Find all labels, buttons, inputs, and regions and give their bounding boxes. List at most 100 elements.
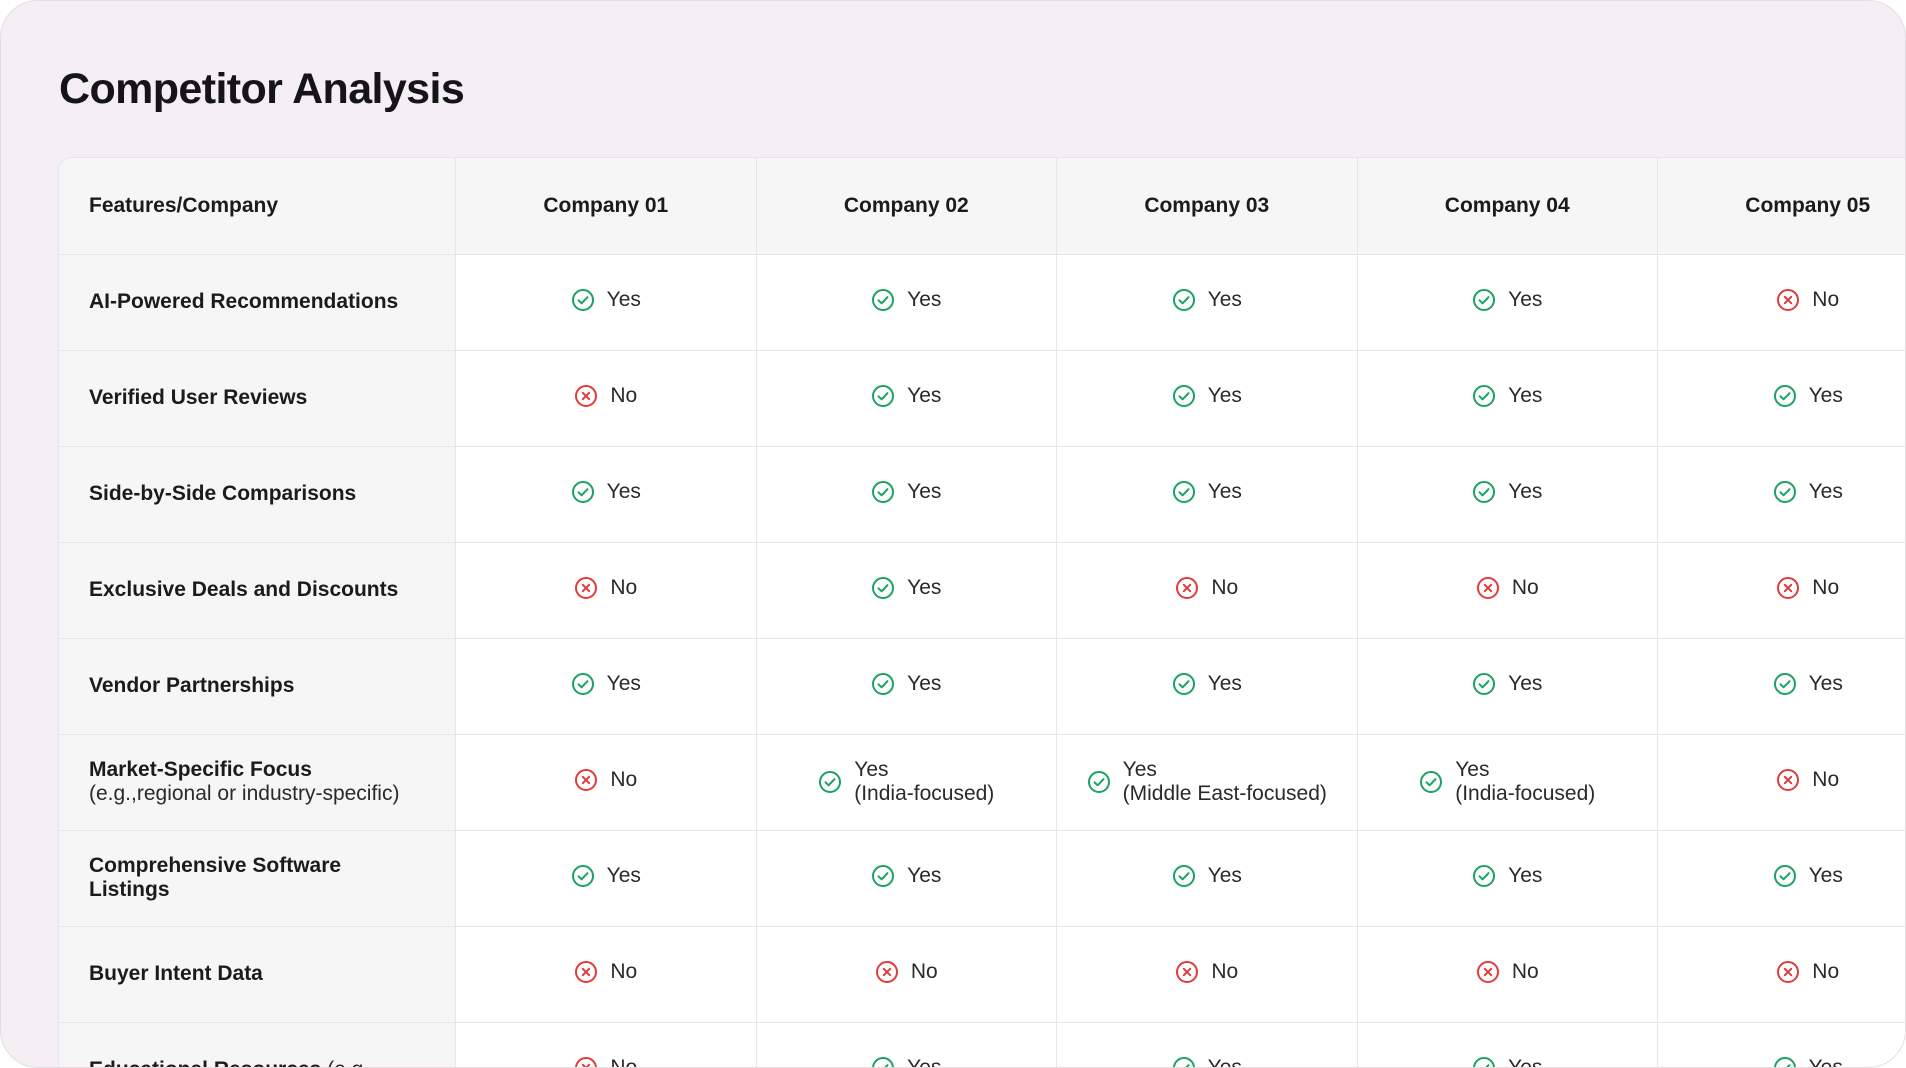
value-text: Yes (1508, 863, 1543, 887)
value-cell: Yes (1657, 830, 1905, 927)
yes-value: Yes (1172, 864, 1242, 888)
yes-value: Yes (571, 480, 641, 504)
value-cell: Yes (756, 638, 1058, 735)
value-text: Yes (1808, 863, 1843, 887)
value-text: Yes (1508, 671, 1543, 695)
no-value: No (1476, 576, 1539, 600)
comparison-table-container[interactable]: Features/Company Company 01 Company 02 Com… (58, 157, 1905, 1068)
value-cell: Yes (756, 350, 1058, 447)
yes-value: Yes (871, 864, 941, 888)
feature-cell: Vendor Partnerships (59, 638, 457, 735)
value-text: Yes (606, 479, 641, 503)
value-cell: No (1357, 926, 1658, 1023)
yes-value: Yes (1773, 864, 1843, 888)
value-text: Yes (1207, 671, 1242, 695)
feature-note: (e.g.,regional or industry-specific) (89, 782, 400, 805)
check-circle-icon (1172, 864, 1195, 887)
check-circle-icon (819, 771, 842, 793)
x-circle-icon (575, 576, 598, 599)
value-cell: Yes (1357, 446, 1658, 543)
x-circle-icon (575, 960, 598, 983)
yes-value: Yes (1472, 1055, 1543, 1068)
yes-value: Yes (1472, 864, 1542, 888)
yes-value: Yes (1773, 672, 1843, 696)
company-column-header: Company 04 (1357, 158, 1658, 255)
yes-value: Yes (871, 384, 941, 408)
app-window: Competitor Analysis Features/Company Com… (0, 0, 1906, 1068)
value-cell: Yes (1357, 638, 1658, 735)
value-text: No (1812, 287, 1840, 311)
value-text: Yes (1808, 479, 1843, 503)
value-cell: Yes (756, 542, 1058, 639)
check-circle-icon (1773, 384, 1796, 407)
value-cell: Yes (1056, 254, 1358, 351)
table-row: Comprehensive Software Listings Yes Yes Yes… (59, 830, 1905, 927)
value-text: Yes (1508, 1055, 1543, 1068)
yes-value: Yes (1472, 384, 1542, 408)
check-circle-icon (1473, 672, 1496, 695)
yes-value: Yes (871, 288, 941, 312)
x-circle-icon (875, 960, 898, 983)
yes-value: Yes (1773, 1056, 1843, 1067)
value-cell: Yes (756, 1022, 1058, 1068)
check-circle-icon (1473, 384, 1496, 407)
value-text: Yes (907, 671, 942, 695)
yes-value: Yes (871, 672, 941, 696)
value-cell: No (1657, 542, 1905, 639)
no-value: No (1175, 960, 1238, 984)
value-cell: No (1357, 542, 1658, 639)
value-text: No (1211, 959, 1239, 983)
table-row: Buyer Intent DataNoNoNoNoNoYes (59, 926, 1905, 1023)
feature-name: Exclusive Deals and Discounts (89, 578, 399, 601)
yes-value: Yes (871, 480, 941, 504)
yes-value: Yes (1472, 288, 1542, 312)
value-text: No (610, 1055, 638, 1068)
value-cell: No (1056, 926, 1358, 1023)
feature-column-header: Features/Company (59, 158, 457, 255)
value-cell: Yes (1357, 1022, 1658, 1068)
check-circle-icon (1473, 288, 1496, 311)
value-text: Yes (1207, 1055, 1242, 1068)
check-circle-icon (872, 672, 895, 695)
feature-note: (e.g., (327, 1058, 375, 1067)
x-circle-icon (1777, 768, 1800, 791)
value-cell: Yes (India-focused) (756, 734, 1058, 831)
value-text: Yes (907, 479, 942, 503)
table-header-row: Features/Company Company 01 Company 02 Com… (59, 158, 1905, 255)
value-text: Yes (907, 1055, 942, 1068)
value-text: Yes (1508, 383, 1543, 407)
no-value: No (1776, 960, 1839, 984)
value-cell: No (455, 734, 757, 831)
value-text: Yes (1808, 671, 1843, 695)
value-text: Yes (Middle East-focused) (1122, 758, 1327, 805)
table-row: Vendor PartnershipsYesYesYesYesYesYes (59, 638, 1905, 735)
value-text: No (1812, 959, 1840, 983)
x-circle-icon (1476, 576, 1499, 599)
yes-value: Yes (571, 864, 641, 888)
yes-value: Yes (1172, 384, 1242, 408)
value-cell: No (455, 1022, 757, 1068)
value-cell: Yes (756, 446, 1058, 543)
value-cell: Yes (1357, 350, 1658, 447)
value-text: Yes (India-focused) (854, 758, 995, 805)
value-text: Yes (1207, 479, 1242, 503)
check-circle-icon (1087, 771, 1110, 793)
feature-cell: Educational Resources (e.g., (59, 1022, 457, 1067)
value-text: No (610, 383, 638, 407)
value-cell: Yes (1056, 830, 1358, 927)
check-circle-icon (1473, 1056, 1496, 1067)
x-circle-icon (1777, 960, 1800, 983)
check-circle-icon (571, 672, 594, 695)
value-text: Yes (606, 287, 641, 311)
value-text: No (610, 767, 638, 791)
value-text: Yes (1808, 383, 1843, 407)
value-cell: Yes (1056, 350, 1358, 447)
value-text: No (1812, 575, 1840, 599)
yes-value: Yes (Middle East-focused) (1087, 758, 1327, 806)
company-column-header: Company 01 (455, 158, 757, 255)
feature-cell: AI-Powered Recommendations (59, 254, 457, 351)
feature-name: Verified User Reviews (89, 386, 308, 409)
no-value: No (574, 768, 637, 792)
table-body: AI-Powered Recommendations Yes Yes Yes Yes No… (59, 254, 1905, 1068)
value-text: Yes (907, 863, 942, 887)
